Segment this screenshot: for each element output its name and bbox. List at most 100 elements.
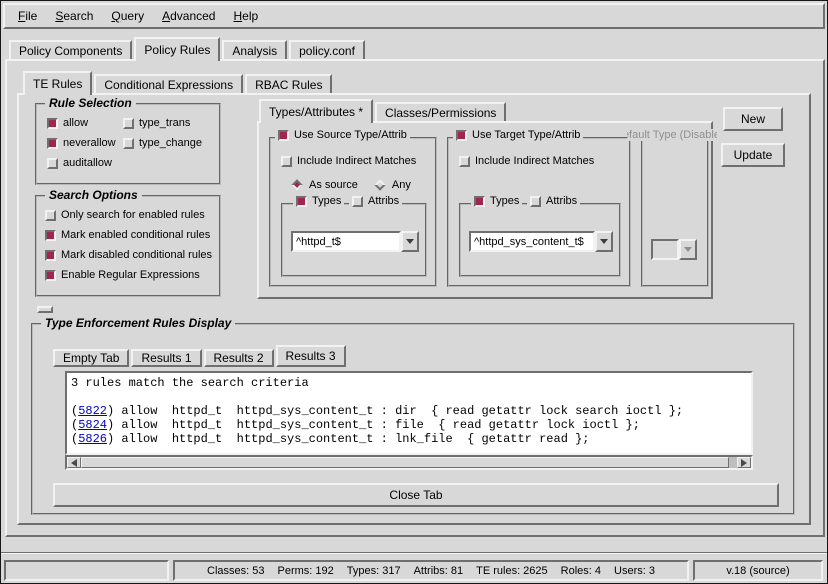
results-tabbar: Empty Tab Results 1 Results 2 Results 3 [53,345,346,367]
checkbox-label: Types [312,195,341,207]
tab-te-rules[interactable]: TE Rules [23,71,92,95]
tab-types-attributes[interactable]: Types/Attributes * [259,99,373,123]
menu-file[interactable]: File [9,5,46,27]
source-type-dropdown-button[interactable] [401,231,419,252]
default-type-dropdown-button [679,239,697,260]
menu-search-label: earch [63,9,93,23]
enabled-rules-only-checkbox[interactable]: Only search for enabled rules [45,209,205,221]
radio-label: As source [309,179,358,191]
tab-policy-conf[interactable]: policy.conf [289,40,365,59]
checkbox-label: Attribs [546,195,577,207]
menu-query[interactable]: Query [102,5,153,27]
mark-disabled-conditional-checkbox[interactable]: Mark disabled conditional rules [45,249,212,261]
checkbox-label: Use Source Type/Attrib [294,129,407,141]
allow-checkbox[interactable]: allow [47,117,88,129]
scrollbar-thumb[interactable] [81,457,729,468]
statusbar: Classes: 53 Perms: 192 Types: 317 Attrib… [1,552,827,584]
types-attrs-tabbar: Types/Attributes * Classes/Permissions [259,102,506,121]
tab-results-1[interactable]: Results 1 [131,349,201,367]
checkbox-indicator [47,158,58,169]
rule-id-link[interactable]: 5824 [78,418,107,432]
stat-perms: Perms: 192 [278,565,334,577]
rule-id-link[interactable]: 5826 [78,432,107,446]
default-type-group: Default Type (Disabled) [641,137,709,287]
rule-line: (5826) allow httpd_t httpd_sys_content_t… [71,432,747,446]
checkbox-label: type_trans [139,117,190,129]
results-title: Type Enforcement Rules Display [41,316,235,330]
regex-checkbox[interactable]: Enable Regular Expressions [45,269,200,281]
target-type-group: Use Target Type/Attrib Include Indirect … [447,137,631,287]
update-button[interactable]: Update [721,143,785,167]
target-types-checkbox[interactable]: Types [471,195,522,207]
tab-rbac-rules[interactable]: RBAC Rules [245,74,332,93]
tab-conditional-expressions[interactable]: Conditional Expressions [94,74,243,93]
source-indirect-checkbox[interactable]: Include Indirect Matches [281,155,416,167]
target-attribs-checkbox[interactable]: Attribs [527,195,580,207]
auditallow-checkbox[interactable]: auditallow [47,157,112,169]
source-type-entry[interactable]: ^httpd_t$ [291,231,401,252]
menu-search[interactable]: Search [46,5,102,27]
tab-analysis[interactable]: Analysis [222,40,287,59]
tab-empty[interactable]: Empty Tab [53,349,129,367]
scroll-left-button[interactable] [67,457,81,468]
checkbox-label: allow [63,117,88,129]
pane-sash-handle[interactable] [37,306,53,313]
stat-te-rules: TE rules: 2625 [476,565,548,577]
as-source-radio[interactable]: As source [291,179,358,191]
source-attribs-checkbox[interactable]: Attribs [349,195,402,207]
default-type-entry [651,239,679,260]
scroll-right-button[interactable] [737,457,751,468]
rule-text: ) allow httpd_t httpd_sys_content_t : di… [107,404,683,418]
use-target-type-checkbox[interactable]: Use Target Type/Attrib [453,129,583,141]
menu-advanced[interactable]: Advanced [153,5,224,27]
type-change-checkbox[interactable]: type_change [123,137,202,149]
mark-enabled-conditional-checkbox[interactable]: Mark enabled conditional rules [45,229,210,241]
policy-version: v.18 (source) [726,565,789,577]
tab-policy-components[interactable]: Policy Components [9,40,132,59]
checkbox-label: Use Target Type/Attrib [472,129,580,141]
checkbox-indicator [474,196,485,207]
source-type-combobox[interactable]: ^httpd_t$ [291,231,419,252]
checkbox-label: Attribs [368,195,399,207]
horizontal-scrollbar[interactable] [65,455,753,470]
tab-policy-rules[interactable]: Policy Rules [134,37,220,61]
checkbox-indicator [123,138,134,149]
rule-id-link[interactable]: 5822 [78,404,107,418]
new-button[interactable]: New [723,107,783,131]
arrow-left-icon [71,459,77,467]
search-options-group: Search Options Only search for enabled r… [35,195,221,297]
target-type-entry[interactable]: ^httpd_sys_content_t$ [469,231,595,252]
menu-query-accel: Q [111,9,120,23]
any-radio[interactable]: Any [374,179,411,191]
tab-results-2[interactable]: Results 2 [204,349,274,367]
radio-label: Any [392,179,411,191]
menubar: File Search Query Advanced Help [3,3,825,29]
tab-results-3[interactable]: Results 3 [276,345,346,367]
target-indirect-checkbox[interactable]: Include Indirect Matches [459,155,594,167]
checkbox-indicator [45,230,56,241]
checkbox-indicator [45,270,56,281]
neverallow-checkbox[interactable]: neverallow [47,137,116,149]
target-type-combobox[interactable]: ^httpd_sys_content_t$ [469,231,613,252]
checkbox-label: type_change [139,137,202,149]
close-tab-button[interactable]: Close Tab [53,483,779,507]
menu-query-label: uery [121,9,144,23]
checkbox-indicator [123,118,134,129]
menu-advanced-label: dvanced [170,9,215,23]
stat-attribs: Attribs: 81 [414,565,464,577]
type-trans-checkbox[interactable]: type_trans [123,117,190,129]
rule-text: ) allow httpd_t httpd_sys_content_t : ln… [107,432,589,446]
checkbox-label: Include Indirect Matches [475,155,594,167]
status-cell-stats: Classes: 53 Perms: 192 Types: 317 Attrib… [173,560,689,581]
results-text[interactable]: 3 rules match the search criteria (5822)… [65,371,753,455]
source-types-checkbox[interactable]: Types [293,195,344,207]
menu-file-label: ile [25,9,37,23]
tab-classes-permissions[interactable]: Classes/Permissions [375,102,506,121]
use-source-type-checkbox[interactable]: Use Source Type/Attrib [275,129,410,141]
chevron-down-icon [406,239,414,244]
checkbox-indicator [45,210,56,221]
menu-help[interactable]: Help [224,5,267,27]
target-type-dropdown-button[interactable] [595,231,613,252]
checkbox-label: auditallow [63,157,112,169]
checkbox-indicator [45,250,56,261]
